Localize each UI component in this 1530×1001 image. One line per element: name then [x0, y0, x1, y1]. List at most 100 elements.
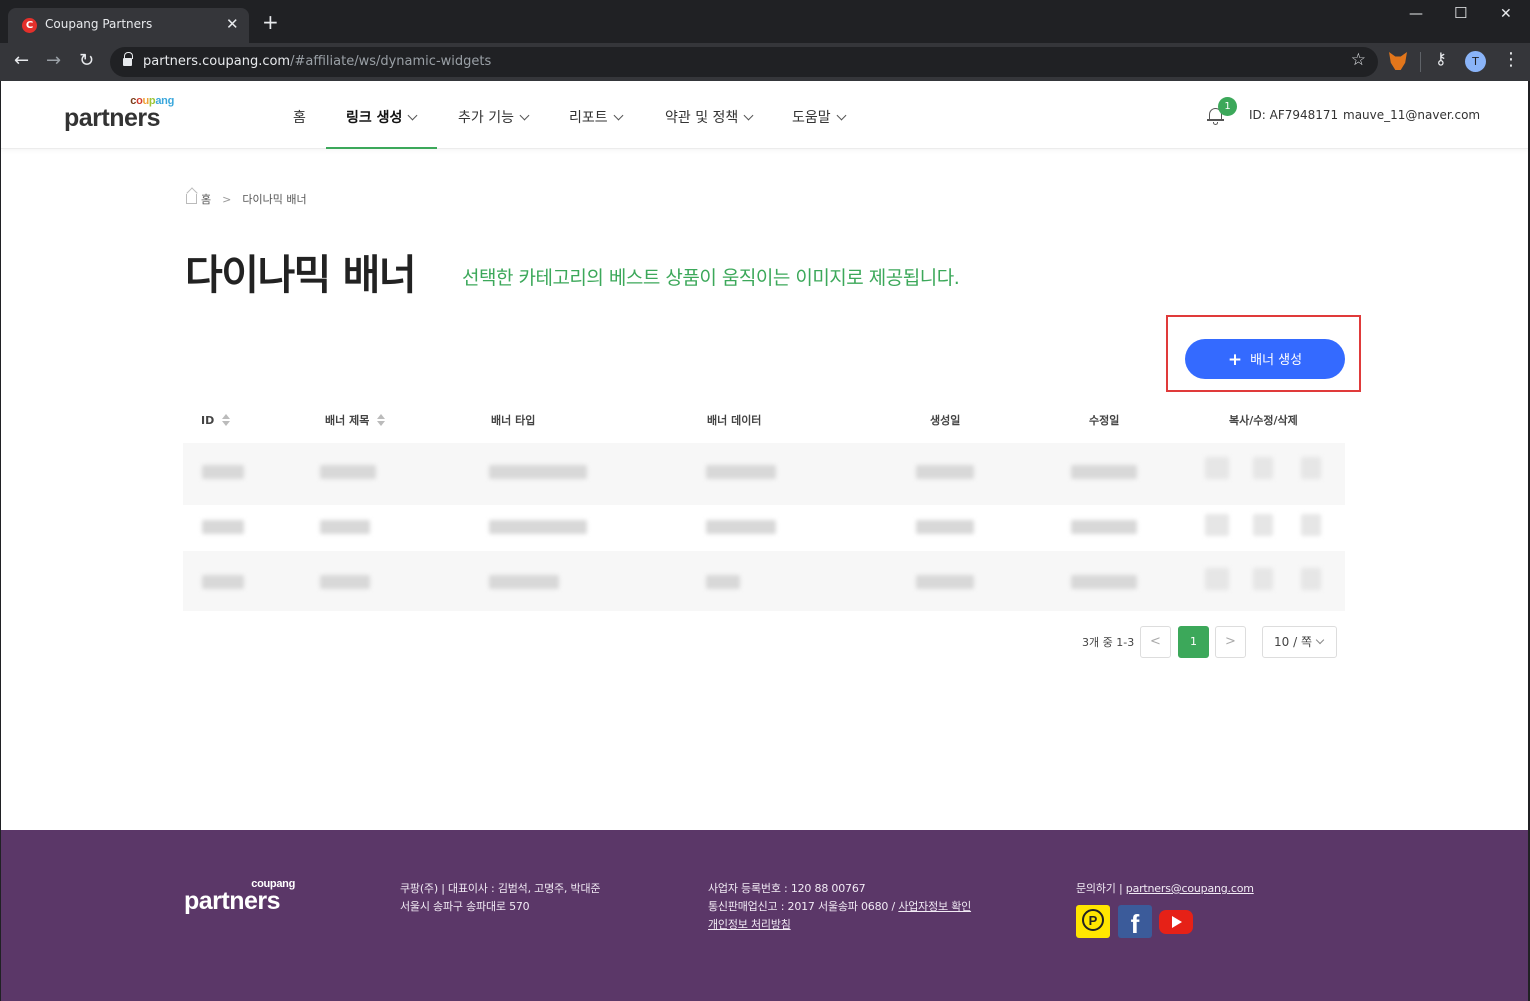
cell-id [202, 520, 244, 534]
nav-report[interactable]: 리포트 [569, 107, 624, 127]
cell-created [916, 520, 974, 534]
nav-help[interactable]: 도움말 [792, 107, 847, 127]
minimize-icon[interactable]: — [1409, 6, 1423, 22]
create-banner-button[interactable]: + 배너 생성 [1185, 339, 1345, 379]
cell-type [489, 465, 587, 479]
business-info-link[interactable]: 사업자정보 확인 [898, 900, 971, 913]
delete-icon[interactable] [1301, 568, 1321, 590]
breadcrumb-separator: > [222, 193, 232, 206]
copy-icon[interactable] [1205, 514, 1229, 536]
chevron-down-icon [743, 110, 754, 121]
browser-toolbar: ← → ↻ partners.coupang.com/#affiliate/ws… [0, 43, 1530, 81]
back-icon[interactable]: ← [14, 51, 29, 71]
business-info: 사업자 등록번호 : 120 88 00767 통신판매업신고 : 2017 서… [708, 882, 972, 931]
nav-extra-features[interactable]: 추가 기능 [458, 107, 530, 127]
metamask-icon[interactable] [1389, 52, 1407, 70]
close-tab-icon[interactable]: ✕ [226, 15, 239, 33]
cell-created [916, 465, 974, 479]
copy-icon[interactable] [1205, 568, 1229, 590]
active-nav-indicator [326, 147, 437, 149]
cell-modified [1071, 465, 1137, 479]
col-header-title[interactable]: 배너 제목 [325, 412, 386, 428]
edit-icon[interactable] [1253, 457, 1273, 479]
col-header-id[interactable]: ID [201, 412, 231, 427]
cell-title[interactable] [320, 575, 370, 589]
facebook-icon[interactable]: f [1118, 905, 1152, 939]
privacy-policy-link[interactable]: 개인정보 처리방침 [708, 918, 791, 931]
col-header-modified: 수정일 [1089, 414, 1120, 427]
prev-page-button[interactable]: < [1140, 626, 1171, 658]
page-size-select[interactable]: 10 / 쪽 [1262, 626, 1337, 658]
partners-logo[interactable]: coupang partners [64, 95, 184, 135]
kakao-plus-icon[interactable] [1076, 905, 1110, 938]
lock-icon [123, 52, 133, 67]
col-header-created: 생성일 [930, 414, 961, 427]
cell-created [916, 575, 974, 589]
edit-icon[interactable] [1253, 514, 1273, 536]
cell-title[interactable] [320, 520, 370, 534]
sort-icon[interactable] [377, 414, 386, 426]
contact-email-link[interactable]: partners@coupang.com [1126, 882, 1254, 895]
next-page-button[interactable]: > [1215, 626, 1246, 658]
contact-info: 문의하기 | partners@coupang.com [1076, 882, 1254, 895]
site-header: coupang partners 홈 링크 생성 추가 기능 리포트 약관 및 … [1, 81, 1528, 149]
breadcrumb-home[interactable]: 홈 [201, 193, 211, 206]
delete-icon[interactable] [1301, 457, 1321, 479]
nav-home[interactable]: 홈 [293, 107, 306, 127]
table-row [183, 551, 1345, 611]
address-bar[interactable]: partners.coupang.com/#affiliate/ws/dynam… [110, 47, 1378, 77]
maximize-icon[interactable]: ☐ [1454, 4, 1467, 22]
chevron-down-icon [1315, 635, 1325, 645]
tab-title: Coupang Partners [45, 17, 153, 31]
edit-icon[interactable] [1253, 568, 1273, 590]
col-header-type: 배너 타입 [491, 414, 536, 427]
page-button-1[interactable]: 1 [1178, 626, 1209, 658]
cell-type [489, 575, 559, 589]
cell-modified [1071, 520, 1137, 534]
cell-type [489, 520, 587, 534]
browser-tab[interactable]: C Coupang Partners ✕ [8, 8, 249, 43]
user-id: ID: AF7948171 [1249, 108, 1339, 122]
profile-avatar[interactable]: T [1465, 51, 1486, 72]
table-row [183, 505, 1345, 551]
nav-link-create[interactable]: 링크 생성 [346, 107, 418, 127]
forward-icon[interactable]: → [46, 51, 61, 71]
nav-terms-policy[interactable]: 약관 및 정책 [665, 107, 754, 127]
notification-badge: 1 [1218, 97, 1237, 116]
cell-id [202, 465, 244, 479]
pagination-info: 3개 중 1-3 [1082, 636, 1135, 649]
key-icon[interactable]: ⚷ [1435, 49, 1447, 68]
cell-title[interactable] [320, 465, 376, 479]
youtube-icon[interactable] [1159, 905, 1193, 938]
url-text[interactable]: partners.coupang.com/#affiliate/ws/dynam… [143, 54, 491, 69]
browser-tab-bar: C Coupang Partners ✕ + — ☐ ✕ [0, 0, 1530, 43]
site-footer: coupang partners 쿠팡(주) | 대표이사 : 김범석, 고명주… [1, 830, 1528, 1001]
cell-id [202, 575, 244, 589]
col-header-data: 배너 데이터 [707, 414, 762, 427]
col-header-actions: 복사/수정/삭제 [1229, 414, 1298, 427]
user-email[interactable]: mauve_11@naver.com [1343, 108, 1480, 122]
new-tab-icon[interactable]: + [262, 12, 279, 32]
menu-icon[interactable]: ⋮ [1502, 49, 1520, 70]
footer-logo: coupang partners [184, 878, 299, 916]
star-icon[interactable]: ☆ [1351, 50, 1366, 70]
close-window-icon[interactable]: ✕ [1500, 6, 1512, 22]
chevron-down-icon [836, 110, 847, 121]
delete-icon[interactable] [1301, 514, 1321, 536]
table-row [183, 443, 1345, 505]
coupang-favicon-icon: C [22, 18, 37, 33]
logo-partners-text: partners [64, 104, 161, 132]
chevron-down-icon [407, 110, 418, 121]
reload-icon[interactable]: ↻ [79, 51, 94, 71]
page-title: 다이나믹 배너 [185, 251, 417, 299]
footer-logo-partners-text: partners [184, 887, 281, 915]
page-subtitle: 선택한 카테고리의 베스트 상품이 움직이는 이미지로 제공됩니다. [462, 267, 960, 289]
cell-data [706, 520, 776, 534]
copy-icon[interactable] [1205, 457, 1229, 479]
sort-icon[interactable] [222, 414, 231, 426]
chevron-down-icon [519, 110, 530, 121]
cell-data [706, 465, 776, 479]
cell-data [706, 575, 740, 589]
company-info: 쿠팡(주) | 대표이사 : 김범석, 고명주, 박대준 서울시 송파구 송파대… [400, 882, 601, 913]
breadcrumb: 홈 > 다이나믹 배너 [186, 191, 307, 207]
